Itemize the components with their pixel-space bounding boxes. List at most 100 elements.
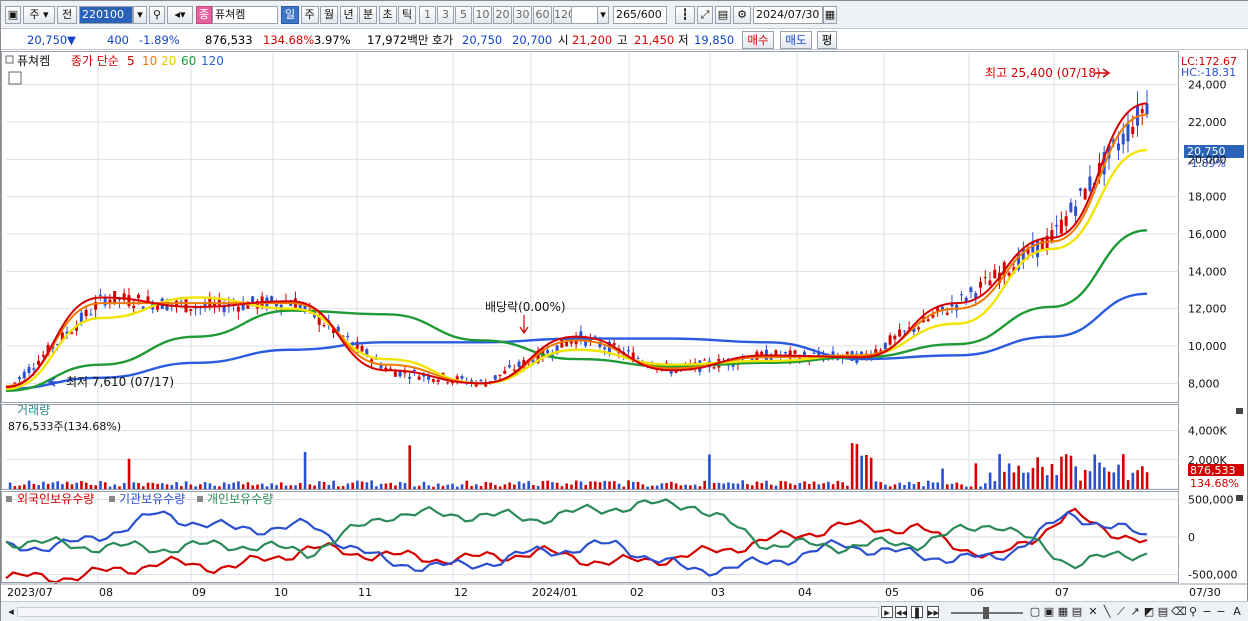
volume-bar xyxy=(769,484,773,489)
volume-bar xyxy=(670,481,673,489)
rewind-icon[interactable]: ◂◂ xyxy=(895,606,907,619)
chart-scrollbar[interactable] xyxy=(17,607,879,617)
unit-dropdown-icon[interactable]: ▾ xyxy=(597,6,609,24)
tool-grid-icon[interactable]: ▦ xyxy=(1057,606,1069,618)
panel-toggle-icon[interactable] xyxy=(5,55,14,64)
volume-bar xyxy=(32,483,36,489)
volume-bar xyxy=(570,484,573,489)
volume-bar xyxy=(945,484,949,489)
x-axis-label: 07 xyxy=(1055,586,1069,599)
pause-icon[interactable]: ❚ xyxy=(911,606,923,619)
timeframe-4[interactable]: 분 xyxy=(359,6,377,24)
tool-arrow-icon[interactable]: ↗ xyxy=(1129,606,1141,618)
candle-body xyxy=(222,306,226,313)
candle-body xyxy=(236,306,240,312)
interval-1[interactable]: 1 xyxy=(419,6,436,24)
holdings-legend-individual: 개인보유수량 xyxy=(207,492,273,506)
volume-bar xyxy=(479,486,483,489)
line-tool-icon[interactable]: ⤢ xyxy=(697,6,713,24)
holdings-line-2 xyxy=(5,498,1148,570)
sound-icon[interactable]: ◂▾ xyxy=(167,6,193,24)
volume-close-icon[interactable] xyxy=(1236,408,1243,414)
volume-bar xyxy=(99,481,102,489)
save-icon[interactable]: ▤ xyxy=(715,6,731,24)
volume-bar xyxy=(1093,454,1097,489)
interval-10[interactable]: 10 xyxy=(473,6,492,24)
volume-bar xyxy=(922,486,925,489)
candle-body xyxy=(1050,230,1054,242)
code-dropdown-icon[interactable]: ▾ xyxy=(133,6,147,24)
zoom-slider-thumb[interactable] xyxy=(983,607,989,619)
window-menu-icon[interactable]: ▣ xyxy=(5,6,21,24)
holdings-close-icon[interactable] xyxy=(1236,495,1243,501)
period-type-select[interactable]: 주 ▾ xyxy=(23,6,55,24)
tool-copy-icon[interactable]: ▣ xyxy=(1043,606,1055,618)
tool-text-icon[interactable]: ▤ xyxy=(1157,606,1169,618)
x-axis-last-date: 07/30 xyxy=(1189,586,1221,599)
candle-type-icon[interactable]: ┇ xyxy=(675,6,695,24)
interval-30[interactable]: 30 xyxy=(513,6,532,24)
volume-bar xyxy=(180,486,183,489)
stock-name-field[interactable]: 퓨쳐켐 xyxy=(212,6,278,24)
volume-bar xyxy=(941,468,944,489)
timeframe-3[interactable]: 년 xyxy=(339,6,358,24)
tool-trend-icon[interactable]: ⟋ xyxy=(1115,606,1127,618)
avg-button[interactable]: 평 xyxy=(817,31,837,49)
tool-erase-icon[interactable]: ⌫ xyxy=(1171,606,1187,618)
tool-line-icon[interactable]: ╲ xyxy=(1101,606,1113,618)
hc-value: HC:-18.31 xyxy=(1181,66,1236,79)
volume-bar xyxy=(142,486,145,489)
timeframe-5[interactable]: 초 xyxy=(378,6,397,24)
buy-button[interactable]: 매수 xyxy=(742,31,774,49)
interval-20[interactable]: 20 xyxy=(493,6,512,24)
timeframe-2[interactable]: 월 xyxy=(320,6,338,24)
tool-shape-icon[interactable]: ◩ xyxy=(1143,606,1155,618)
volume-bar xyxy=(536,485,540,489)
settings-gear-icon[interactable]: ⚙ xyxy=(733,6,751,24)
volume-bar xyxy=(522,483,526,489)
stock-code-input[interactable]: 220100 xyxy=(79,6,133,24)
timeframe-0[interactable]: 일 xyxy=(281,6,299,24)
timeframe-1[interactable]: 주 xyxy=(300,6,319,24)
zoom-search-icon[interactable]: ⚲ xyxy=(1187,606,1199,618)
chart-labels: 퓨쳐켐 종가 단순 5 10 20 60 120 LC:172.67 HC:-1… xyxy=(5,54,1244,599)
interval-60[interactable]: 60 xyxy=(533,6,552,24)
tool-cross-icon[interactable]: ✕ xyxy=(1087,606,1099,618)
volume-bar xyxy=(855,443,859,489)
sell-button[interactable]: 매도 xyxy=(780,31,812,49)
volume-bar xyxy=(912,484,916,489)
count-input[interactable]: 265/600 xyxy=(613,6,667,24)
volume-bar xyxy=(327,484,331,489)
text-size-icon[interactable]: A xyxy=(1231,606,1243,618)
candle-body xyxy=(136,294,140,299)
scroll-right-icon[interactable]: ▸ xyxy=(881,606,893,619)
calendar-icon[interactable]: ▦ xyxy=(823,6,837,24)
date-input[interactable]: 2024/07/30 xyxy=(753,6,823,24)
volume-bar xyxy=(1145,472,1149,489)
scroll-left-icon[interactable]: ◂ xyxy=(5,606,17,618)
stock-chart[interactable]: 퓨쳐켐 종가 단순 5 10 20 60 120 LC:172.67 HC:-1… xyxy=(1,51,1248,603)
candle-body xyxy=(508,365,512,368)
volume-bar xyxy=(907,481,911,489)
tool-image-icon[interactable]: ▤ xyxy=(1071,606,1083,618)
search-icon[interactable]: ⚲ xyxy=(149,6,165,24)
grid-toggle-icon[interactable] xyxy=(8,71,22,85)
zoom-in-icon[interactable]: − xyxy=(1215,606,1227,618)
volume-bar xyxy=(475,484,478,489)
interval-3[interactable]: 3 xyxy=(437,6,454,24)
volume-bar xyxy=(56,481,59,489)
zoom-out-icon[interactable]: − xyxy=(1201,606,1213,618)
volume-bar xyxy=(23,484,26,489)
interval-5[interactable]: 5 xyxy=(455,6,472,24)
prev-button[interactable]: 전 xyxy=(57,6,77,24)
timeframe-6[interactable]: 틱 xyxy=(398,6,416,24)
volume-bar xyxy=(698,486,702,489)
volume-bar xyxy=(279,482,283,489)
x-axis-label: 02 xyxy=(630,586,644,599)
x-axis-label: 2023/07 xyxy=(7,586,53,599)
volume-bar xyxy=(898,482,902,489)
fast-forward-icon[interactable]: ▸▸ xyxy=(927,606,939,619)
tool-square-icon[interactable]: ▢ xyxy=(1029,606,1041,618)
volume-bar xyxy=(822,483,825,489)
volume-bar xyxy=(1007,463,1011,489)
